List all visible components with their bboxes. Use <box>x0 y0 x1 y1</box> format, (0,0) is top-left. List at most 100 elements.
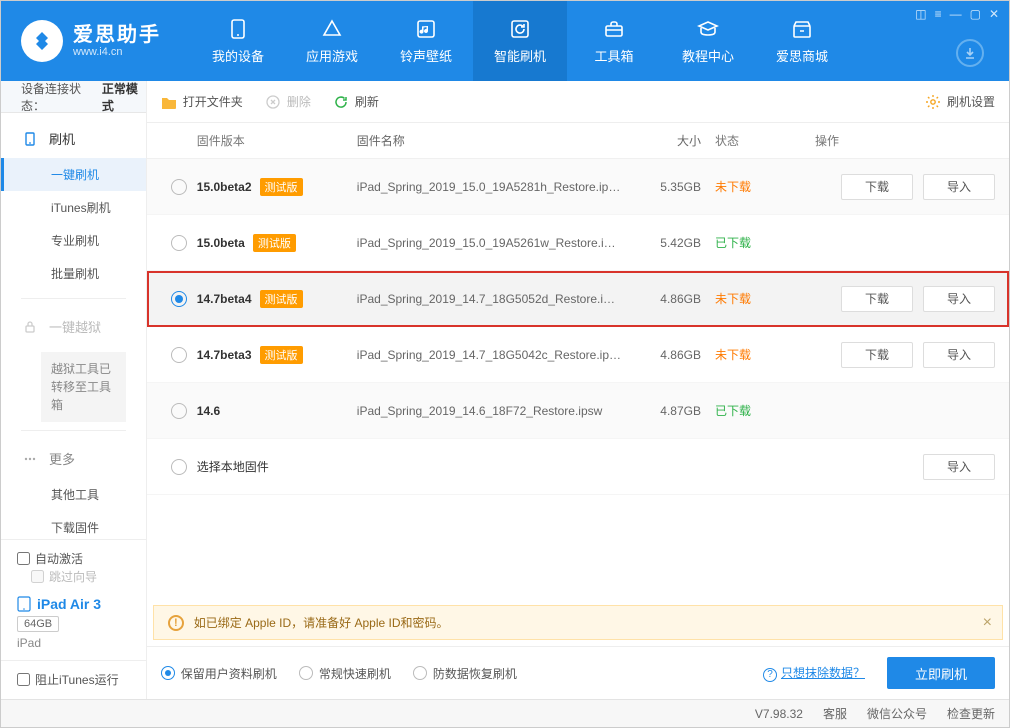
flash-now-button[interactable]: 立即刷机 <box>887 657 995 689</box>
sidebar-label: 刷机 <box>49 129 75 148</box>
statusbar: V7.98.32 客服 微信公众号 检查更新 <box>1 699 1009 727</box>
store-icon <box>791 18 813 40</box>
auto-activate-checkbox[interactable]: 自动激活 <box>17 550 83 567</box>
firmware-name: iPad_Spring_2019_14.6_18F72_Restore.ipsw <box>357 404 635 418</box>
nav-device[interactable]: 我的设备 <box>191 1 285 81</box>
sidebar-item-itunes-flash[interactable]: iTunes刷机 <box>1 191 146 224</box>
import-button[interactable]: 导入 <box>923 174 995 200</box>
sidebar-item-pro-flash[interactable]: 专业刷机 <box>1 224 146 257</box>
button-label: 打开文件夹 <box>183 93 243 110</box>
lock-icon <box>21 318 39 336</box>
device-storage: 64GB <box>17 616 59 632</box>
version: 14.7beta4 <box>197 292 252 306</box>
size: 5.42GB <box>635 236 715 250</box>
size: 4.86GB <box>635 292 715 306</box>
link-text: 只想抹除数据？ <box>781 666 865 680</box>
erase-link[interactable]: ?只想抹除数据？ <box>763 664 865 682</box>
delete-icon <box>265 94 281 110</box>
nav-apps[interactable]: 应用游戏 <box>285 1 379 81</box>
button-label: 刷新 <box>355 93 379 110</box>
radio[interactable] <box>171 459 187 475</box>
nav-label: 工具箱 <box>594 46 633 65</box>
col-name: 固件名称 <box>357 132 635 149</box>
sidebar-item-batch-flash[interactable]: 批量刷机 <box>1 257 146 290</box>
sidebar-label: 更多 <box>49 449 75 468</box>
device-icon <box>227 18 249 40</box>
nav-store[interactable]: 爱思商城 <box>755 1 849 81</box>
opt-fast-flash[interactable]: 常规快速刷机 <box>299 665 391 682</box>
check-update-link[interactable]: 检查更新 <box>947 705 995 722</box>
radio[interactable] <box>171 347 187 363</box>
download-button[interactable]: 下载 <box>841 174 913 200</box>
connection-status: 设备连接状态： 正常模式 <box>1 81 146 113</box>
opt-anti-recovery[interactable]: 防数据恢复刷机 <box>413 665 517 682</box>
col-version: 固件版本 <box>197 132 357 149</box>
sidebar-head-more[interactable]: 更多 <box>1 439 146 478</box>
nav-label: 应用游戏 <box>306 46 358 65</box>
shirt-icon[interactable]: ◫ <box>915 7 926 21</box>
radio[interactable] <box>171 179 187 195</box>
status: 已下载 <box>715 402 815 419</box>
radio-label: 常规快速刷机 <box>319 665 391 682</box>
table-row[interactable]: 14.6iPad_Spring_2019_14.6_18F72_Restore.… <box>147 383 1009 439</box>
refresh-button[interactable]: 刷新 <box>333 93 379 110</box>
version-label: V7.98.32 <box>755 707 803 721</box>
support-link[interactable]: 客服 <box>823 705 847 722</box>
radio[interactable] <box>171 403 187 419</box>
radio[interactable] <box>171 235 187 251</box>
table-row[interactable]: 15.0beta2测试版iPad_Spring_2019_15.0_19A528… <box>147 159 1009 215</box>
window-controls: ◫ ≡ — ▢ ✕ <box>915 7 999 21</box>
refresh-icon <box>333 94 349 110</box>
list-icon[interactable]: ≡ <box>935 7 942 21</box>
beta-tag: 测试版 <box>260 290 303 308</box>
table-row[interactable]: 14.7beta3测试版iPad_Spring_2019_14.7_18G504… <box>147 327 1009 383</box>
button-label: 刷机设置 <box>947 93 995 110</box>
sidebar-item-one-key-flash[interactable]: 一键刷机 <box>1 158 146 191</box>
content: 打开文件夹 删除 刷新 刷机设置 固件版本 固件名称 大小 状态 <box>147 81 1009 699</box>
import-button[interactable]: 导入 <box>923 342 995 368</box>
nav-refresh[interactable]: 智能刷机 <box>473 1 567 81</box>
folder-icon <box>161 94 177 110</box>
sidebar-head-flash[interactable]: 刷机 <box>1 119 146 158</box>
status-label: 设备连接状态： <box>21 80 98 114</box>
jailbreak-note: 越狱工具已转移至工具箱 <box>41 352 126 422</box>
nav-music[interactable]: 铃声壁纸 <box>379 1 473 81</box>
firmware-name: iPad_Spring_2019_14.7_18G5042c_Restore.i… <box>357 348 635 362</box>
import-button[interactable]: 导入 <box>923 286 995 312</box>
status-value: 正常模式 <box>102 80 146 114</box>
sidebar-item-download-firmware[interactable]: 下载固件 <box>1 511 146 539</box>
maximize-icon[interactable]: ▢ <box>970 7 981 21</box>
radio[interactable] <box>171 291 187 307</box>
notice-close-icon[interactable]: × <box>983 614 992 632</box>
table-row[interactable]: 14.7beta4测试版iPad_Spring_2019_14.7_18G505… <box>147 271 1009 327</box>
checkbox-label: 跳过向导 <box>49 568 97 585</box>
col-ops: 操作 <box>815 132 995 149</box>
nav-toolbox[interactable]: 工具箱 <box>567 1 661 81</box>
size: 4.86GB <box>635 348 715 362</box>
open-folder-button[interactable]: 打开文件夹 <box>161 93 243 110</box>
size: 5.35GB <box>635 180 715 194</box>
download-button[interactable]: 下载 <box>841 286 913 312</box>
sidebar-item-other-tools[interactable]: 其他工具 <box>1 478 146 511</box>
status: 未下载 <box>715 178 815 195</box>
gear-icon <box>925 94 941 110</box>
nav-label: 智能刷机 <box>494 46 546 65</box>
music-icon <box>415 18 437 40</box>
import-button[interactable]: 导入 <box>923 454 995 480</box>
local-firmware-row[interactable]: 选择本地固件 导入 <box>147 439 1009 495</box>
skip-guide-checkbox[interactable]: 跳过向导 <box>31 568 97 585</box>
block-itunes-checkbox[interactable]: 阻止iTunes运行 <box>17 671 119 688</box>
minimize-icon[interactable]: — <box>950 7 962 21</box>
opt-keep-data[interactable]: 保留用户资料刷机 <box>161 665 277 682</box>
nav-tutorial[interactable]: 教程中心 <box>661 1 755 81</box>
flash-settings-button[interactable]: 刷机设置 <box>925 93 995 110</box>
wechat-link[interactable]: 微信公众号 <box>867 705 927 722</box>
firmware-name: iPad_Spring_2019_15.0_19A5281h_Restore.i… <box>357 180 635 194</box>
download-circle-icon[interactable] <box>956 39 984 67</box>
table-row[interactable]: 15.0beta测试版iPad_Spring_2019_15.0_19A5261… <box>147 215 1009 271</box>
nav-label: 铃声壁纸 <box>400 46 452 65</box>
download-button[interactable]: 下载 <box>841 342 913 368</box>
close-icon[interactable]: ✕ <box>989 7 999 21</box>
more-icon <box>21 450 39 468</box>
beta-tag: 测试版 <box>260 178 303 196</box>
